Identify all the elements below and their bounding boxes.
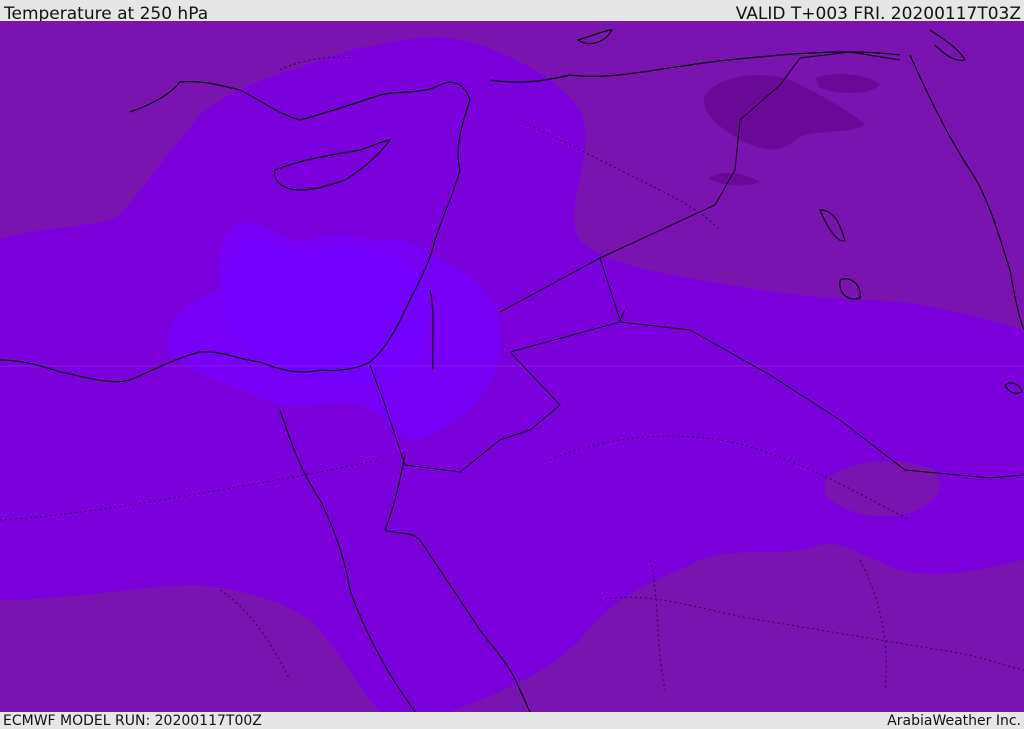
model-run-label: ECMWF MODEL RUN: 20200117T00Z (3, 713, 262, 729)
temperature-map (0, 21, 1024, 712)
footer-bar: ECMWF MODEL RUN: 20200117T00Z ArabiaWeat… (0, 712, 1024, 729)
header-bar: Temperature at 250 hPa VALID T+003 FRI. … (0, 0, 1024, 24)
credit-label: ArabiaWeather Inc. (887, 713, 1021, 729)
map-canvas (0, 21, 1024, 712)
